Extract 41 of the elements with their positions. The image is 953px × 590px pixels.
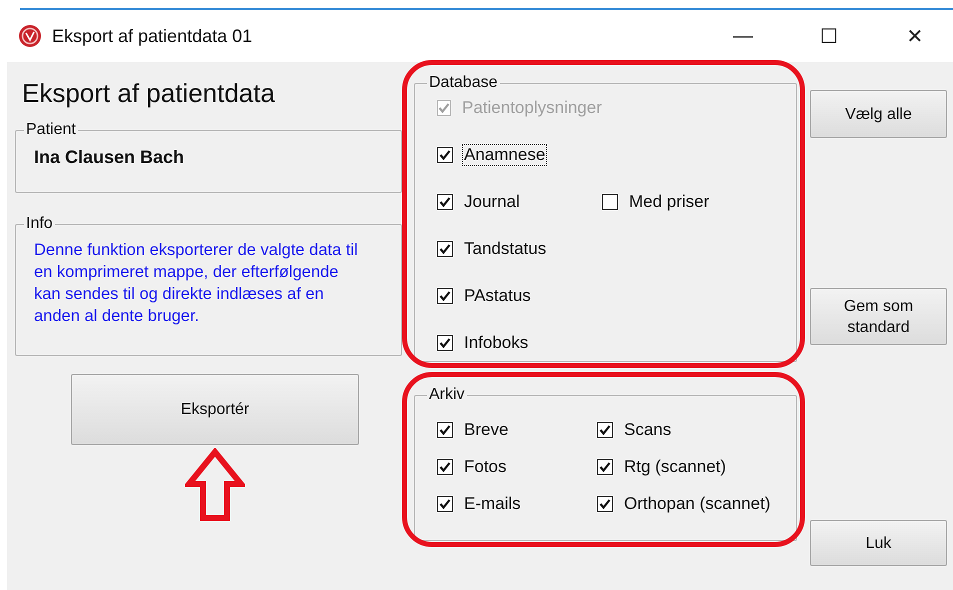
checkmark-icon bbox=[599, 498, 611, 510]
checkmark-icon bbox=[439, 461, 451, 473]
checkbox[interactable]: Rtg (scannet) bbox=[597, 457, 792, 477]
info-text: Denne funktion eksporterer de valgte data til en komprimeret mappe, der efterfølgende kan sendes til og direkte indlæses af en anden al dente bruger. bbox=[34, 240, 359, 327]
checkbox[interactable]: Tandstatus bbox=[437, 239, 602, 259]
checkmark-icon bbox=[599, 424, 611, 436]
checkbox[interactable]: Med priser bbox=[602, 192, 710, 212]
checkbox[interactable]: Scans bbox=[597, 420, 792, 440]
app-logo-icon bbox=[18, 24, 42, 48]
checkbox[interactable]: Orthopan (scannet) bbox=[597, 494, 792, 514]
checkmark-icon bbox=[439, 149, 451, 161]
group-label: Info bbox=[25, 215, 54, 233]
checkbox[interactable]: Fotos bbox=[437, 457, 597, 477]
patient-name: Ina Clausen Bach bbox=[34, 146, 186, 169]
checkmark-icon bbox=[438, 102, 450, 114]
select-all-button[interactable]: Vælg alle bbox=[810, 90, 947, 138]
checkbox[interactable]: Breve bbox=[437, 420, 597, 440]
group-label: Database bbox=[428, 74, 498, 92]
checkbox[interactable]: Infoboks bbox=[437, 333, 602, 353]
save-default-button[interactable]: Gem som standard bbox=[810, 288, 947, 345]
dialog-heading: Eksport af patientdata bbox=[22, 78, 276, 109]
checkmark-icon bbox=[439, 498, 451, 510]
group-label: Arkiv bbox=[428, 386, 466, 404]
checkmark-icon bbox=[439, 243, 451, 255]
export-button[interactable]: Eksportér bbox=[71, 374, 359, 445]
close-button[interactable]: ✕ bbox=[877, 11, 953, 61]
checkbox[interactable]: Anamnese bbox=[437, 145, 602, 165]
window-title: Eksport af patientdata 01 bbox=[52, 26, 254, 46]
checkmark-icon bbox=[439, 337, 451, 349]
up-arrow-icon bbox=[185, 448, 245, 522]
maximize-button[interactable]: ☐ bbox=[791, 11, 867, 61]
checkmark-icon bbox=[599, 461, 611, 473]
checkbox[interactable]: Journal bbox=[437, 192, 602, 212]
minimize-button[interactable]: — bbox=[705, 11, 781, 61]
checkmark-icon bbox=[439, 424, 451, 436]
checkbox[interactable]: PAstatus bbox=[437, 286, 602, 306]
checkbox[interactable]: E-mails bbox=[437, 494, 597, 514]
checkmark-icon bbox=[439, 290, 451, 302]
group-label: Patient bbox=[25, 121, 77, 139]
checkmark-icon bbox=[439, 196, 451, 208]
close-dialog-button[interactable]: Luk bbox=[810, 520, 947, 566]
